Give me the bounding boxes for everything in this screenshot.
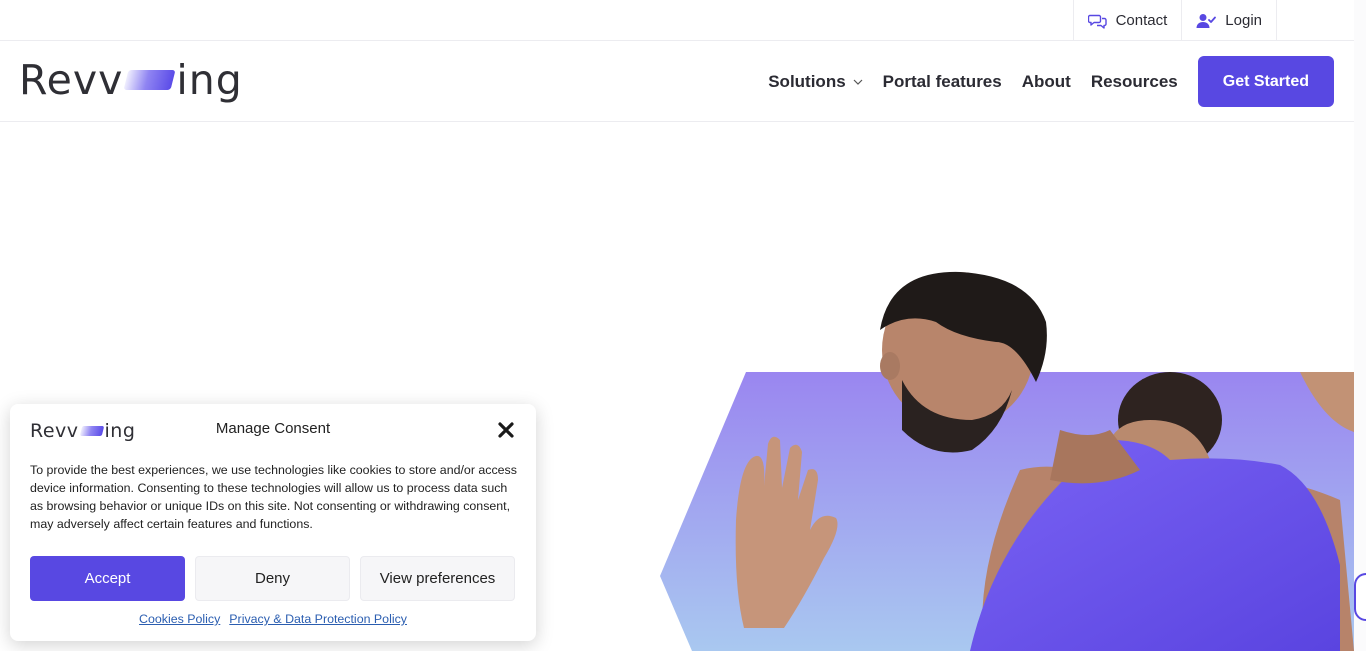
site-logo[interactable]: Revv ing <box>19 57 243 103</box>
login-label: Login <box>1225 12 1262 29</box>
nav-item-solutions[interactable]: Solutions <box>768 71 863 92</box>
consent-title: Manage Consent <box>215 420 331 437</box>
consent-message: To provide the best experiences, we use … <box>30 463 517 531</box>
consent-dialog: Revv ing Manage Consent To provide the b… <box>10 404 536 641</box>
privacy-policy-link[interactable]: Privacy & Data Protection Policy <box>229 612 407 626</box>
chat-bubbles-icon <box>1087 13 1107 29</box>
view-preferences-button[interactable]: View preferences <box>360 556 515 601</box>
nav-item-about[interactable]: About <box>1022 72 1071 92</box>
accept-button[interactable]: Accept <box>30 556 185 601</box>
side-widget-tab[interactable] <box>1354 573 1366 621</box>
deny-button[interactable]: Deny <box>195 556 350 601</box>
logo-mark <box>123 70 176 90</box>
main-nav: Solutions Portal features About Resource… <box>768 56 1334 107</box>
nav-item-portal-features[interactable]: Portal features <box>883 72 1002 92</box>
utility-links: Contact Login <box>1072 0 1277 41</box>
nav-item-label: Portal features <box>882 71 1002 91</box>
user-check-icon <box>1196 13 1217 29</box>
contact-link[interactable]: Contact <box>1074 0 1183 41</box>
page-scrollbar[interactable] <box>1354 0 1366 651</box>
hero-image <box>640 270 1354 651</box>
logo-text-left: Revv <box>19 55 124 104</box>
consent-policy-links: Cookies Policy Privacy & Data Protection… <box>10 612 536 626</box>
cookies-policy-link[interactable]: Cookies Policy <box>139 612 220 626</box>
nav-item-label: Resources <box>1090 71 1178 91</box>
close-icon[interactable] <box>496 420 516 440</box>
chevron-down-icon <box>853 79 863 85</box>
logo-text-right: ing <box>176 55 243 104</box>
contact-label: Contact <box>1115 12 1168 29</box>
main-header: Revv ing Solutions Portal features About… <box>0 41 1354 122</box>
nav-item-label: Solutions <box>768 71 846 91</box>
nav-item-label: About <box>1021 71 1071 91</box>
get-started-button[interactable]: Get Started <box>1197 56 1334 107</box>
consent-actions: Accept Deny View preferences <box>30 556 515 601</box>
nav-item-resources[interactable]: Resources <box>1091 72 1178 92</box>
login-link[interactable]: Login <box>1182 0 1277 41</box>
utility-bar: Contact Login <box>0 0 1354 41</box>
